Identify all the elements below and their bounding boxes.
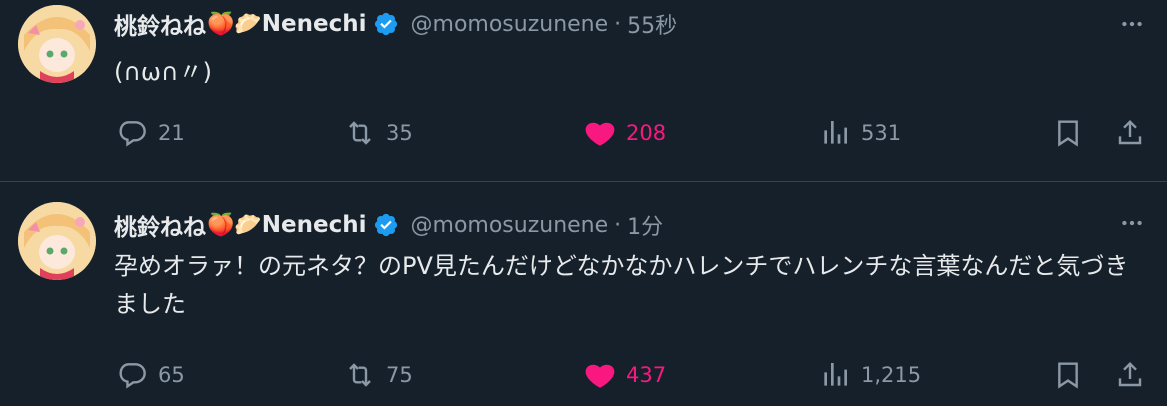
display-name[interactable]: 桃鈴ねね <box>114 208 206 242</box>
tweet[interactable]: 桃鈴ねね 🍑🥟 Nenechi @momosuzunene · 55秒 (∩ω∩… <box>0 0 1167 181</box>
view-count: 531 <box>861 121 902 145</box>
verified-badge-icon <box>374 213 397 237</box>
like-count: 208 <box>626 121 667 145</box>
reply-button[interactable]: 65 <box>116 355 185 395</box>
bookmark-icon <box>1058 120 1078 147</box>
tweet-actions: 65 75 437 1,215 <box>114 355 1154 395</box>
avatar-image <box>18 5 96 83</box>
bookmark-icon <box>1058 362 1078 389</box>
heart-filled-icon <box>585 364 615 388</box>
tweet-actions: 21 35 208 531 <box>114 113 1154 153</box>
tweet-text: 孕めオラァ！の元ネタ？のPV見たんだけどなかなかハレンチでハレンチな言葉なんだと… <box>114 252 1129 318</box>
user-handle[interactable]: @momosuzunene <box>411 213 609 238</box>
share-button[interactable] <box>1114 113 1146 153</box>
more-options-icon[interactable] <box>1119 210 1145 236</box>
display-name[interactable]: 桃鈴ねね <box>114 7 206 41</box>
retweet-icon <box>349 363 371 387</box>
analytics-icon <box>824 121 847 144</box>
views-button[interactable]: 531 <box>819 113 901 153</box>
like-button[interactable]: 208 <box>584 113 666 153</box>
tweet-header: 桃鈴ねね 🍑🥟 Nenechi @momosuzunene · 55秒 <box>114 8 677 40</box>
tweet-header: 桃鈴ねね 🍑🥟 Nenechi @momosuzunene · 1分 <box>114 209 663 241</box>
reply-button[interactable]: 21 <box>116 113 185 153</box>
reply-icon <box>119 363 146 389</box>
avatar-image <box>18 202 96 280</box>
view-count: 1,215 <box>861 363 922 387</box>
avatar[interactable] <box>18 202 96 280</box>
more-options-icon[interactable] <box>1119 11 1145 37</box>
tweet[interactable]: 桃鈴ねね 🍑🥟 Nenechi @momosuzunene · 1分 孕めオラァ… <box>0 182 1167 406</box>
like-button[interactable]: 437 <box>584 355 666 395</box>
retweet-icon <box>349 121 371 145</box>
avatar[interactable] <box>18 5 96 83</box>
name-emojis: 🍑🥟 <box>207 212 262 238</box>
retweet-count: 75 <box>386 363 413 387</box>
separator: · <box>614 212 622 238</box>
display-name-suffix[interactable]: Nenechi <box>262 212 367 238</box>
retweet-button[interactable]: 35 <box>344 113 413 153</box>
reply-icon <box>119 121 146 147</box>
share-icon <box>1118 361 1142 387</box>
retweet-button[interactable]: 75 <box>344 355 413 395</box>
share-button[interactable] <box>1114 355 1146 395</box>
analytics-icon <box>824 363 847 386</box>
bookmark-button[interactable] <box>1052 355 1084 395</box>
like-count: 437 <box>626 363 667 387</box>
name-emojis: 🍑🥟 <box>207 11 262 37</box>
verified-badge-icon <box>374 12 397 36</box>
heart-filled-icon <box>585 122 615 146</box>
separator: · <box>614 11 622 37</box>
timestamp[interactable]: 1分 <box>627 209 663 241</box>
share-icon <box>1118 119 1142 145</box>
views-button[interactable]: 1,215 <box>819 355 921 395</box>
user-handle[interactable]: @momosuzunene <box>411 12 609 37</box>
bookmark-button[interactable] <box>1052 113 1084 153</box>
timestamp[interactable]: 55秒 <box>627 8 677 40</box>
reply-count: 21 <box>158 121 185 145</box>
retweet-count: 35 <box>386 121 413 145</box>
timeline-feed: 桃鈴ねね 🍑🥟 Nenechi @momosuzunene · 55秒 (∩ω∩… <box>0 0 1167 406</box>
display-name-suffix[interactable]: Nenechi <box>262 11 367 37</box>
tweet-text: (∩ω∩〃) <box>114 58 212 86</box>
reply-count: 65 <box>158 363 185 387</box>
